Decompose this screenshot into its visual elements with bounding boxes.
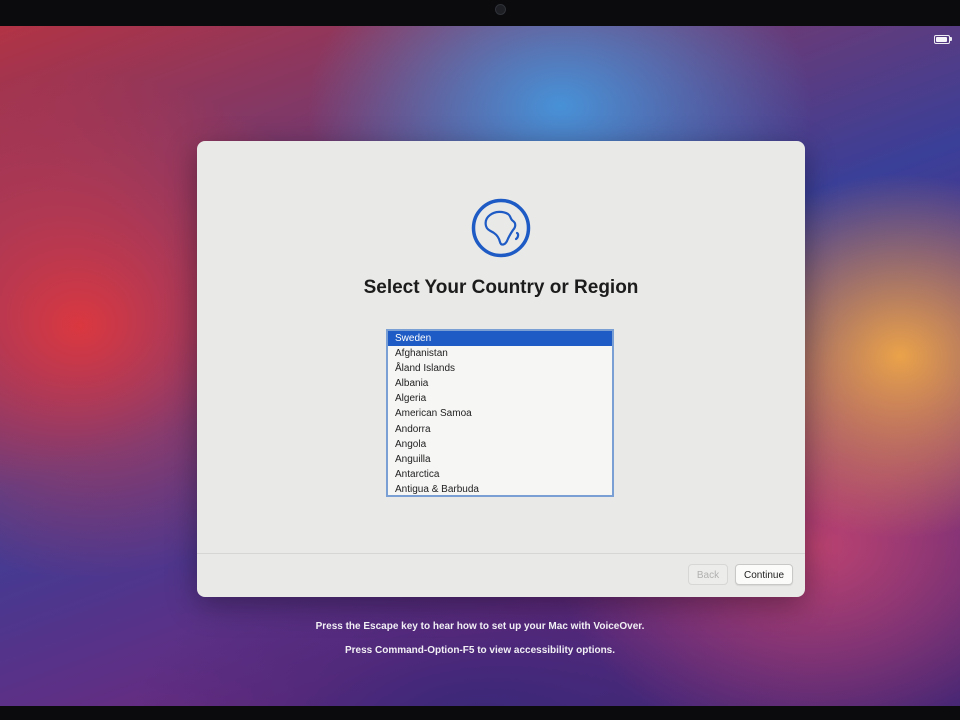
- footer-divider: [197, 553, 805, 554]
- country-list-item[interactable]: American Samoa: [388, 406, 612, 421]
- country-list-item[interactable]: Albania: [388, 376, 612, 391]
- screen-bezel-bottom: [0, 706, 960, 720]
- screen-bezel-top: [0, 0, 960, 28]
- battery-tip: [950, 37, 952, 41]
- country-list-item[interactable]: Angola: [388, 437, 612, 452]
- country-list-item[interactable]: Antarctica: [388, 467, 612, 482]
- country-list-item[interactable]: Algeria: [388, 391, 612, 406]
- accessibility-options-hint: Press Command-Option-F5 to view accessib…: [344, 645, 616, 656]
- globe-icon: [471, 198, 531, 258]
- country-list-item[interactable]: Anguilla: [388, 452, 612, 467]
- country-list-item[interactable]: Åland Islands: [388, 361, 612, 376]
- voiceover-hint: Press the Escape key to hear how to set …: [315, 621, 645, 632]
- setup-assistant-window: Select Your Country or Region Sweden Afgh…: [197, 141, 805, 597]
- battery-icon: [934, 35, 950, 44]
- back-button[interactable]: Back: [688, 564, 728, 585]
- page-title: Select Your Country or Region: [363, 277, 639, 298]
- continue-button[interactable]: Continue: [735, 564, 793, 585]
- country-list-item[interactable]: Antigua & Barbuda: [388, 482, 612, 495]
- country-list-item[interactable]: Afghanistan: [388, 346, 612, 361]
- country-list-item[interactable]: Andorra: [388, 422, 612, 437]
- camera-icon: [495, 4, 506, 15]
- country-listbox[interactable]: Sweden Afghanistan Åland Islands Albania Alg…: [386, 329, 614, 497]
- country-list-item[interactable]: Sweden: [388, 331, 612, 347]
